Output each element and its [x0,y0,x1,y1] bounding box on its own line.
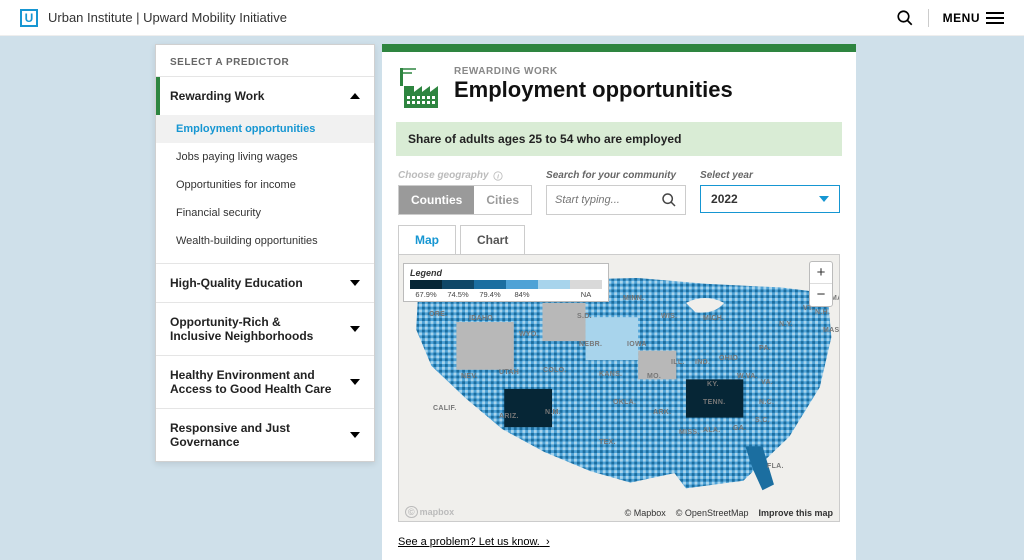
search-icon[interactable] [896,9,914,27]
tab-chart[interactable]: Chart [460,225,525,255]
accordion-label: Healthy Environment and Access to Good H… [170,368,340,396]
sidebar-item-financial-security[interactable]: Financial security [156,199,374,227]
divider [928,9,929,27]
brand-logo: U [20,9,38,27]
search-icon[interactable] [661,192,677,208]
sidebar-item-income[interactable]: Opportunities for income [156,171,374,199]
geo-cities-button[interactable]: Cities [474,186,531,214]
geo-counties-button[interactable]: Counties [399,186,474,214]
menu-label: MENU [943,11,980,25]
sidebar-item-wealth[interactable]: Wealth-building opportunities [156,227,374,255]
menu-button[interactable]: MENU [943,11,1004,25]
chevron-up-icon [350,93,360,99]
chevron-down-icon [350,432,360,438]
map-legend: Legend 67.9%74.5%79.4%84%NA [403,263,609,302]
breadcrumb: REWARDING WORK [454,66,733,77]
predictor-panel: SELECT A PREDICTOR Rewarding Work Employ… [155,44,375,462]
main-panel: REWARDING WORK Employment opportunities … [382,44,856,560]
accordion-label: Rewarding Work [170,89,264,103]
accordion-education[interactable]: High-Quality Education [156,263,374,302]
app-header: U Urban Institute | Upward Mobility Init… [0,0,1024,36]
attrib-osm[interactable]: © OpenStreetMap [676,508,749,518]
hamburger-icon [986,12,1004,24]
accordion-health[interactable]: Healthy Environment and Access to Good H… [156,355,374,408]
zoom-out-button[interactable]: − [810,284,832,306]
geo-toggle: Counties Cities [398,185,532,215]
year-label: Select year [700,170,840,181]
mapbox-logo: mapbox [405,507,454,517]
metric-description: Share of adults ages 25 to 54 who are em… [396,122,842,156]
accordion-rewarding-work[interactable]: Rewarding Work Employment opportunities … [156,76,374,263]
svg-text:i: i [497,173,499,180]
zoom-in-button[interactable]: + [810,262,832,284]
choropleth-map[interactable]: WASH.ORE.IDAHOMONT.N.D.S.D.WYO.NEBR.IOWA… [398,254,840,522]
accent-bar [382,44,856,52]
feedback-row: See a problem? Let us know. › [398,522,840,550]
year-value: 2022 [711,192,738,206]
chevron-down-icon [350,379,360,385]
geo-label: Choose geography i [398,170,532,181]
accordion-governance[interactable]: Responsive and Just Governance [156,408,374,461]
zoom-control: + − [809,261,833,307]
sidebar-item-living-wages[interactable]: Jobs paying living wages [156,143,374,171]
view-tabs: Map Chart [398,225,840,255]
accordion-children: Employment opportunities Jobs paying liv… [156,115,374,263]
chevron-down-icon [350,280,360,286]
tab-map[interactable]: Map [398,225,456,255]
accordion-label: Opportunity-Rich & Inclusive Neighborhoo… [170,315,330,343]
sidebar-item-employment[interactable]: Employment opportunities [156,115,374,143]
community-search[interactable] [546,185,686,215]
chevron-down-icon [350,326,360,332]
chevron-down-icon [819,196,829,202]
accordion-neighborhoods[interactable]: Opportunity-Rich & Inclusive Neighborhoo… [156,302,374,355]
info-icon[interactable]: i [493,171,503,181]
map-attribution: © Mapbox © OpenStreetMap Improve this ma… [625,508,833,518]
search-label: Search for your community [546,170,686,181]
problem-link[interactable]: See a problem? Let us know. › [398,536,550,548]
predictor-panel-title: SELECT A PREDICTOR [156,45,374,76]
attrib-improve[interactable]: Improve this map [758,508,833,518]
factory-icon [398,66,442,110]
year-select[interactable]: 2022 [700,185,840,213]
accordion-label: High-Quality Education [170,276,303,290]
legend-title: Legend [410,268,602,278]
page-title: Employment opportunities [454,77,733,103]
brand-title: Urban Institute | Upward Mobility Initia… [48,10,896,25]
accordion-label: Responsive and Just Governance [170,421,350,449]
search-input[interactable] [555,194,655,206]
attrib-mapbox[interactable]: © Mapbox [625,508,666,518]
